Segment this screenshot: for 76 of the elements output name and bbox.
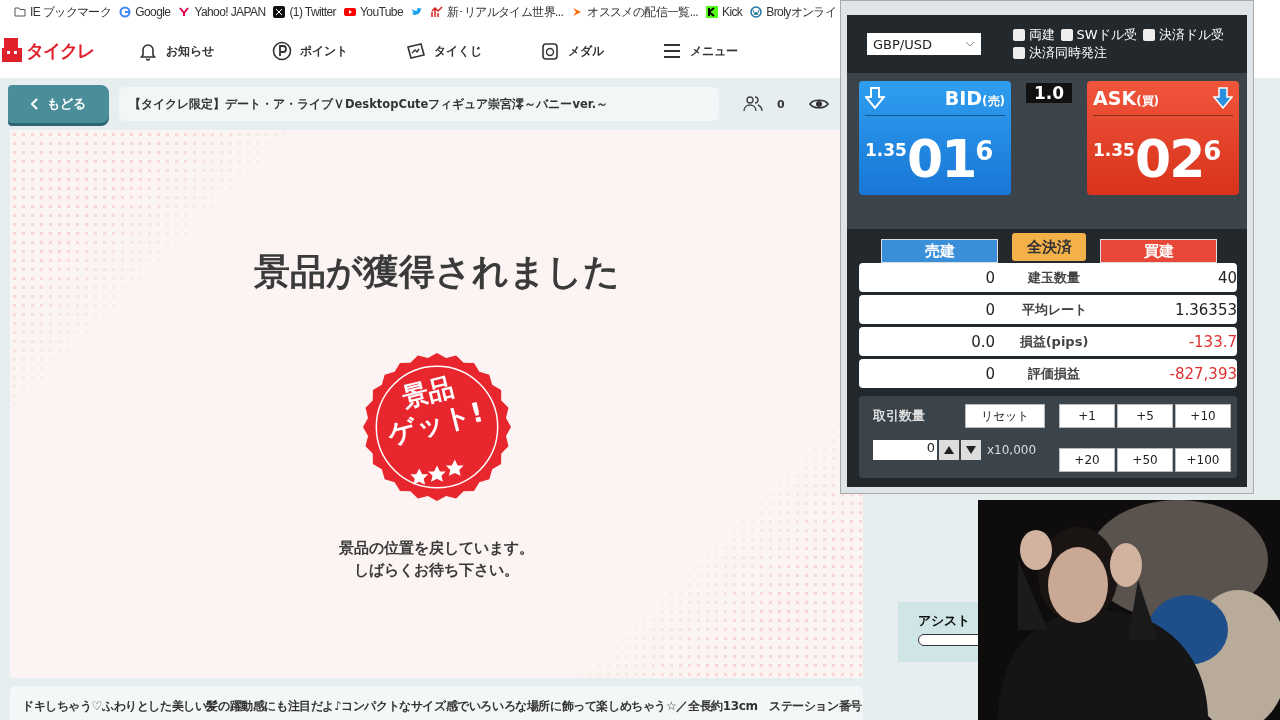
quantity-field[interactable]: 0 xyxy=(873,440,937,460)
order-tab[interactable]: 全決済 xyxy=(1012,233,1086,261)
order-tab[interactable]: 買建 xyxy=(1100,239,1217,263)
g-logo-icon xyxy=(119,6,132,18)
increment-button[interactable]: +10 xyxy=(1175,404,1231,428)
reset-button[interactable]: リセット xyxy=(965,404,1045,428)
menu-icon xyxy=(662,41,682,61)
sell-value: 0.0 xyxy=(970,332,995,351)
option-checkbox[interactable]: SWドル受 xyxy=(1060,26,1137,44)
product-title: 【タイクレ限定】デート・ア・ライブＶDesktopCuteフィギュア崇宮澪～バニーver.～ xyxy=(129,96,609,112)
chevron-left-icon xyxy=(31,98,39,110)
y-logo-icon xyxy=(178,6,191,18)
down-arrow-icon xyxy=(865,87,885,109)
buy-value: -133.7 xyxy=(1187,332,1237,351)
bookmark[interactable]: Kick xyxy=(706,5,743,19)
up-triangle-icon xyxy=(944,446,954,454)
assist-label: アシスト xyxy=(918,613,970,628)
increment-button[interactable]: +50 xyxy=(1117,447,1173,472)
k-logo-icon xyxy=(706,6,718,18)
people-icon xyxy=(743,94,763,114)
status-message: 景品の位置を戻しています。 しばらくお待ち下さい。 xyxy=(339,538,534,581)
pair-select[interactable]: GBP/USD xyxy=(867,33,981,55)
bookmark[interactable]: IE ブックマーク xyxy=(14,3,112,21)
option-checkbox[interactable]: 決済同時発注 xyxy=(1012,44,1107,62)
increment-button[interactable]: +1 xyxy=(1059,404,1115,428)
bookmark[interactable]: YouTube xyxy=(344,5,403,19)
row-label: 評価損益 xyxy=(1027,364,1081,383)
nav-link[interactable]: メダル xyxy=(540,41,604,61)
option-checkbox[interactable]: 両建 xyxy=(1012,26,1055,44)
medal-icon xyxy=(540,41,560,61)
row-label: 平均レート xyxy=(1020,300,1088,319)
bookmark[interactable]: (1) Twitter xyxy=(273,5,336,19)
description-text: ドキしちゃう♡ふわりとした美しい髪の躍動感にも注目だよ♪コンパクトなサイズ感でいろいろな場所に飾って楽しめちゃう☆／全長約13cm ステーション番号 xyxy=(22,697,862,715)
site-logo[interactable]: タイクレ xyxy=(0,36,100,66)
nav-link[interactable]: タイくじ xyxy=(406,41,482,61)
x-logo-icon xyxy=(273,6,286,18)
down-triangle-icon xyxy=(966,446,976,454)
ticket-icon xyxy=(406,41,426,61)
buy-value: 1.36353 xyxy=(1173,300,1237,319)
sell-value: 0 xyxy=(984,364,995,383)
buy-value: -827,393 xyxy=(1168,364,1237,383)
back-button[interactable]: もどる xyxy=(8,85,109,123)
play-icon xyxy=(344,6,356,18)
folder-icon xyxy=(14,6,26,18)
nav-link[interactable]: メニュー xyxy=(662,41,738,61)
sell-value: 0 xyxy=(984,300,995,319)
increase-button[interactable] xyxy=(939,440,959,460)
bookmark[interactable]: 新･リアルタイム世界... xyxy=(430,3,564,21)
decrease-button[interactable] xyxy=(961,440,981,460)
buy-value: 40 xyxy=(1216,268,1237,287)
bird-icon[interactable] xyxy=(410,6,423,18)
bookmark[interactable]: Yahoo! JAPAN xyxy=(178,5,266,19)
nav-link[interactable]: ポイント xyxy=(272,41,348,61)
row-label: 建玉数量 xyxy=(1026,268,1081,287)
row-label: 損益(pips) xyxy=(1018,332,1090,351)
quantity-label: 取引数量 xyxy=(873,407,926,425)
down-arrow-icon xyxy=(1213,87,1233,109)
sell-value: 0 xyxy=(984,268,995,287)
p-coin-icon xyxy=(272,41,292,61)
increment-button[interactable]: +20 xyxy=(1059,447,1115,472)
unit-label: x10,000 xyxy=(987,443,1037,457)
prize-badge: 景品 ゲット! xyxy=(362,353,511,501)
bookmark[interactable]: オススメの配信一覧... xyxy=(571,3,698,21)
nav-link[interactable]: お知らせ xyxy=(138,41,214,61)
option-checkbox[interactable]: 決済ドル受 xyxy=(1142,26,1224,44)
increment-button[interactable]: +5 xyxy=(1117,404,1173,428)
bookmark[interactable]: Google xyxy=(119,5,171,19)
chart-icon xyxy=(430,6,443,18)
increment-button[interactable]: +100 xyxy=(1175,447,1231,472)
wordpress-icon xyxy=(750,6,763,18)
bookmark[interactable]: Brolyオンライ xyxy=(750,3,837,21)
result-heading: 景品が獲得されました xyxy=(253,250,620,294)
viewer-count: 0 xyxy=(777,97,785,111)
bell-icon xyxy=(138,41,158,61)
spread-value: 1.0 xyxy=(1025,83,1073,103)
caret-icon xyxy=(964,41,975,47)
